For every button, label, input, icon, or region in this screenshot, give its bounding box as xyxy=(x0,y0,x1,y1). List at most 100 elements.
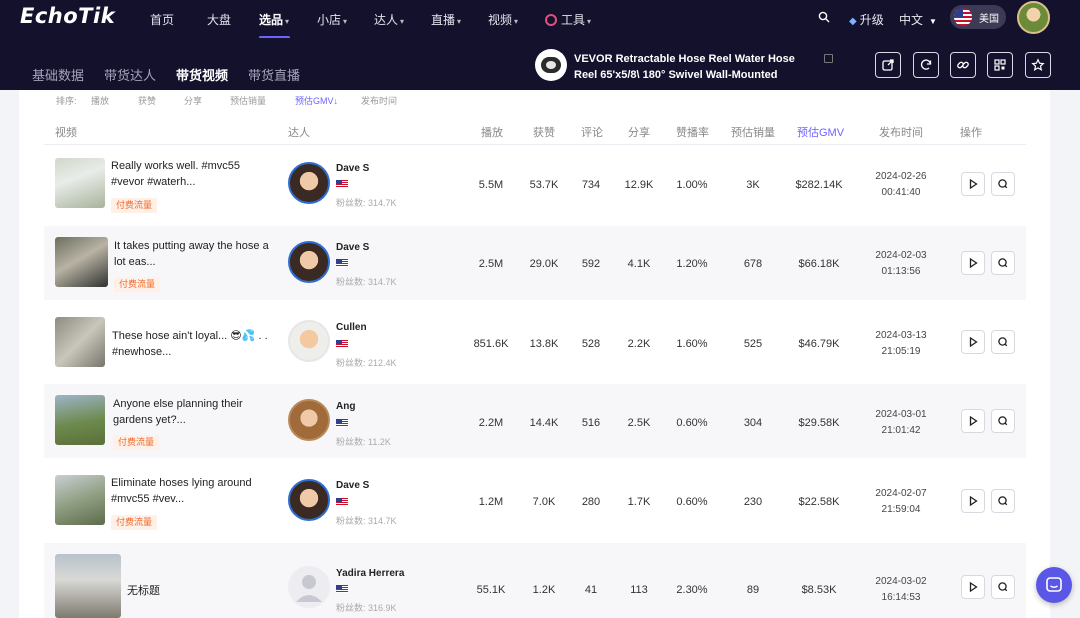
creator-name[interactable]: Yadira Herrera xyxy=(336,568,404,579)
sort-likes[interactable]: 获赞 xyxy=(138,94,156,107)
sales-value: 89 xyxy=(746,584,760,596)
video-thumbnail[interactable] xyxy=(55,237,108,287)
search-similar-button[interactable] xyxy=(991,409,1015,433)
play-icon xyxy=(969,257,978,269)
product-title[interactable]: VEVOR Retractable Hose Reel Water Hose R… xyxy=(574,51,814,83)
creator-avatar[interactable] xyxy=(288,399,330,441)
comments-value: 528 xyxy=(581,338,601,350)
video-thumbnail[interactable] xyxy=(55,158,105,208)
nav-videos[interactable]: 视频 ▾ xyxy=(488,11,518,28)
nav-creators[interactable]: 达人 ▾ xyxy=(374,11,404,28)
gmv-value: $22.58K xyxy=(798,496,840,508)
play-button[interactable] xyxy=(961,330,985,354)
video-thumbnail[interactable] xyxy=(55,475,105,525)
col-like-rate: 赞播率 xyxy=(676,127,709,139)
tab-selling-creators[interactable]: 带货达人 xyxy=(104,65,156,84)
video-thumbnail[interactable] xyxy=(55,554,121,618)
sort-shares[interactable]: 分享 xyxy=(184,94,202,107)
video-thumbnail[interactable] xyxy=(55,395,105,445)
nav-dashboard[interactable]: 大盘 xyxy=(207,11,231,28)
col-est-sales[interactable]: 预估销量 xyxy=(731,124,775,140)
play-button[interactable] xyxy=(961,575,985,599)
comments-value: 41 xyxy=(584,584,598,596)
col-est-gmv[interactable]: 预估GMV xyxy=(797,124,844,140)
favorite-button[interactable] xyxy=(1025,52,1051,78)
search-similar-button[interactable] xyxy=(991,330,1015,354)
video-title[interactable]: 无标题 xyxy=(127,583,287,599)
search-similar-button[interactable] xyxy=(991,489,1015,513)
top-nav: EchoTik 首页 大盘 选品 ▾ 小店 ▾ 达人 ▾ 直播 ▾ 视频 ▾ 工具 ▾ ◆ 升… xyxy=(0,0,1080,39)
sort-est-gmv[interactable]: 预估GMV↓ xyxy=(295,94,338,107)
tab-basic-data[interactable]: 基础数据 xyxy=(32,65,84,84)
nav-tools[interactable]: 工具 ▾ xyxy=(545,11,591,28)
col-publish-time[interactable]: 发布时间 xyxy=(879,124,923,140)
col-plays[interactable]: 播放 xyxy=(481,124,503,140)
region-select[interactable]: 美国 xyxy=(950,5,1006,29)
creator-avatar[interactable] xyxy=(288,479,330,521)
sort-plays[interactable]: 播放 xyxy=(91,94,109,107)
video-title[interactable]: It takes putting away the hose a lot eas… xyxy=(114,238,274,270)
play-button[interactable] xyxy=(961,409,985,433)
nav-creators-label: 达人 xyxy=(374,13,399,27)
col-shares[interactable]: 分享 xyxy=(628,124,650,140)
diamond-icon: ◆ xyxy=(849,16,857,27)
video-title[interactable]: These hose ain't loyal... 😎💦 . . #newhos… xyxy=(112,328,272,360)
chat-support-button[interactable] xyxy=(1036,567,1072,603)
creator-name[interactable]: Ang xyxy=(336,401,355,412)
table-row[interactable]: Really works well. #mvc55 #vevor #waterh… xyxy=(44,147,1026,221)
chevron-down-icon: ▾ xyxy=(343,17,348,26)
tab-selling-videos[interactable]: 带货视频 xyxy=(176,65,228,84)
play-button[interactable] xyxy=(961,489,985,513)
search-icon[interactable] xyxy=(818,11,830,23)
nav-products[interactable]: 选品 ▾ xyxy=(259,11,289,28)
creator-name[interactable]: Cullen xyxy=(336,322,367,333)
video-thumbnail[interactable] xyxy=(55,317,105,367)
video-title[interactable]: Anyone else planning their gardens yet?.… xyxy=(113,396,273,428)
sort-est-sales[interactable]: 预估销量 xyxy=(230,94,266,107)
nav-live[interactable]: 直播 ▾ xyxy=(431,11,461,28)
play-button[interactable] xyxy=(961,172,985,196)
comments-value: 592 xyxy=(581,258,601,270)
table-row[interactable]: It takes putting away the hose a lot eas… xyxy=(44,226,1026,300)
like-rate-value: 1.20% xyxy=(676,258,708,270)
search-similar-button[interactable] xyxy=(991,575,1015,599)
product-thumbnail[interactable] xyxy=(535,49,567,81)
table-row[interactable]: Eliminate hoses lying around #mvc55 #vev… xyxy=(44,463,1026,537)
search-similar-button[interactable] xyxy=(991,172,1015,196)
creator-avatar[interactable] xyxy=(288,241,330,283)
link-button[interactable] xyxy=(950,52,976,78)
qr-code-button[interactable] xyxy=(987,52,1013,78)
magnify-icon xyxy=(998,416,1008,426)
language-select[interactable]: 中文 ▼ xyxy=(899,11,937,28)
user-avatar[interactable] xyxy=(1017,1,1050,34)
nav-home[interactable]: 首页 xyxy=(150,11,174,28)
nav-shops[interactable]: 小店 ▾ xyxy=(317,11,347,28)
refresh-button[interactable] xyxy=(913,52,939,78)
table-row[interactable]: 无标题 Yadira Herrera 粉丝数: 316.9K 55.1K 1.2… xyxy=(44,543,1026,618)
creator-name[interactable]: Dave S xyxy=(336,163,369,174)
creator-name[interactable]: Dave S xyxy=(336,242,369,253)
copy-icon[interactable] xyxy=(824,54,833,63)
video-title[interactable]: Eliminate hoses lying around #mvc55 #vev… xyxy=(111,475,271,507)
creator-avatar[interactable] xyxy=(288,566,330,608)
echotik-logo[interactable]: EchoTik xyxy=(20,4,115,28)
creator-name[interactable]: Dave S xyxy=(336,480,369,491)
creator-avatar[interactable] xyxy=(288,320,330,362)
publish-date: 2024-02-07 xyxy=(875,488,927,499)
table-row[interactable]: Anyone else planning their gardens yet?.… xyxy=(44,384,1026,458)
video-title[interactable]: Really works well. #mvc55 #vevor #waterh… xyxy=(111,158,271,190)
upgrade-button[interactable]: ◆ 升级 xyxy=(849,11,884,28)
creator-avatar[interactable] xyxy=(288,162,330,204)
table-header: 视频 达人 播放 获赞 评论 分享 赞播率 预估销量 预估GMV 发布时间 操作 xyxy=(44,118,1026,145)
publish-time: 2024-02-26 00:41:40 xyxy=(870,169,932,201)
publish-date: 2024-03-13 xyxy=(875,330,927,341)
col-likes[interactable]: 获赞 xyxy=(533,124,555,140)
table-row[interactable]: These hose ain't loyal... 😎💦 . . #newhos… xyxy=(44,305,1026,379)
tab-selling-live[interactable]: 带货直播 xyxy=(248,65,300,84)
search-similar-button[interactable] xyxy=(991,251,1015,275)
play-icon xyxy=(969,178,978,190)
sort-publish-time[interactable]: 发布时间 xyxy=(361,94,397,107)
external-link-button[interactable] xyxy=(875,52,901,78)
play-button[interactable] xyxy=(961,251,985,275)
gmv-value: $8.53K xyxy=(801,584,837,596)
